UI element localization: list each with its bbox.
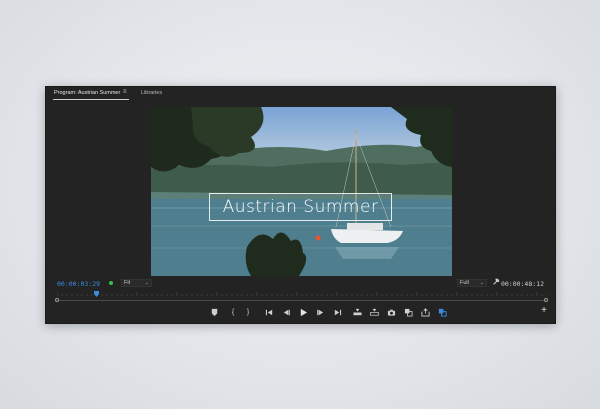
comparison-view-button[interactable] [403, 307, 413, 317]
go-to-out-icon [334, 309, 341, 315]
title-overlay-text: Austrian Summer [222, 197, 379, 217]
insert-button[interactable] [352, 307, 362, 317]
mark-out-icon: } [246, 308, 250, 316]
go-to-in-button[interactable] [264, 307, 274, 317]
tab-program[interactable]: Program: Austrian Summer [54, 90, 120, 96]
mark-in-button[interactable]: { [228, 307, 238, 317]
overwrite-button[interactable] [369, 307, 379, 317]
out-point-handle[interactable] [544, 298, 548, 302]
comparison-view-icon [404, 308, 413, 317]
add-marker-icon [211, 308, 217, 316]
step-forward-button[interactable] [315, 307, 325, 317]
zoom-level-value: Fit [124, 280, 131, 286]
duration-timecode: 00:00:48:12 [500, 280, 544, 288]
chevron-down-icon: ⌄ [479, 280, 484, 286]
mark-in-icon: { [231, 308, 235, 316]
in-point-handle[interactable] [55, 298, 59, 302]
export-frame-button[interactable] [386, 307, 396, 317]
wrench-icon[interactable] [492, 278, 500, 286]
scene-artwork [151, 107, 452, 276]
playhead[interactable] [93, 291, 99, 297]
program-monitor-panel: Program: Austrian Summer ≡ Libraries Aus… [45, 86, 556, 324]
hamburger-icon[interactable]: ≡ [123, 89, 127, 95]
time-ruler[interactable] [57, 290, 547, 300]
insert-icon [352, 308, 362, 315]
chevron-down-icon: ⌄ [144, 280, 149, 286]
export-button[interactable] [420, 307, 430, 317]
status-indicator [109, 281, 113, 285]
play-button[interactable] [298, 307, 308, 317]
transport-controls: { } + [46, 305, 555, 321]
scrub-bar[interactable] [57, 300, 547, 301]
tab-libraries[interactable]: Libraries [141, 90, 162, 96]
resolution-value: Full [460, 280, 469, 286]
play-icon [300, 308, 307, 316]
export-frame-icon [387, 309, 395, 316]
panel-tab-bar: Program: Austrian Summer ≡ Libraries [46, 87, 555, 101]
step-forward-icon [316, 309, 323, 315]
export-icon [420, 307, 430, 317]
mark-out-button[interactable]: } [243, 307, 253, 317]
add-marker-button[interactable] [209, 307, 219, 317]
playback-resolution-select[interactable]: Full ⌄ [457, 279, 487, 287]
add-button[interactable]: + [541, 305, 547, 316]
zoom-level-select[interactable]: Fit ⌄ [121, 279, 152, 287]
overwrite-icon [369, 308, 379, 316]
go-to-out-button[interactable] [332, 307, 342, 317]
current-timecode[interactable]: 00:00:03:29 [57, 280, 100, 288]
step-back-icon [283, 309, 290, 315]
active-tab-indicator [53, 99, 129, 100]
video-preview[interactable]: Austrian Summer [151, 107, 452, 276]
go-to-in-icon [265, 309, 272, 315]
step-back-button[interactable] [281, 307, 291, 317]
title-overlay-box[interactable]: Austrian Summer [209, 193, 392, 221]
vr-view-icon [438, 308, 447, 317]
vr-view-button[interactable] [437, 307, 447, 317]
